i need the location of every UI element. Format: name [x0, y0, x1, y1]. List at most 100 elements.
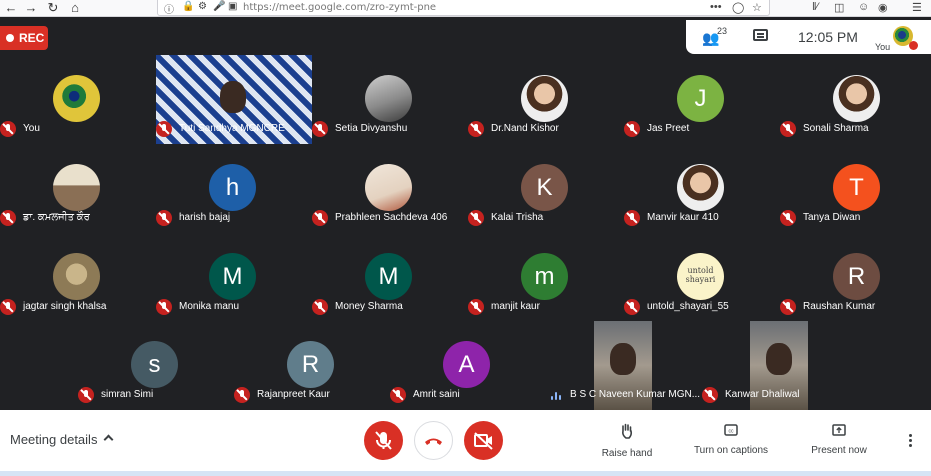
participant-photo-avatar: [365, 164, 412, 211]
more-options-icon[interactable]: [909, 434, 912, 448]
participant-name-row: Amrit saini: [390, 387, 544, 403]
participant-name-row: harish bajaj: [156, 210, 310, 226]
microphone-off-icon: [312, 299, 328, 315]
participant-name: Monika manu: [179, 301, 240, 312]
raise-hand-button[interactable]: Raise hand: [587, 423, 667, 459]
page-actions-icon[interactable]: •••: [710, 1, 722, 13]
participant-name: Raushan Kumar: [803, 301, 876, 312]
participant-tile[interactable]: Kanwar Dhaliwal: [702, 321, 856, 410]
forward-arrow-icon[interactable]: →: [22, 0, 40, 16]
participant-tile[interactable]: R Raushan Kumar: [780, 233, 931, 320]
meet-window: ← → ↻ ⌂ ⓘ 🔒 ⚙ 🎤 ▣ https://meet.google.co…: [0, 0, 931, 476]
url-text: https://meet.google.com/zro-zymt-pne: [243, 2, 437, 13]
microphone-icon[interactable]: 🎤: [213, 1, 225, 12]
participant-name: Kalai Trisha: [491, 212, 544, 223]
participant-name: Money Sharma: [335, 301, 403, 312]
leave-call-button[interactable]: [414, 421, 453, 460]
participant-name: simran Simi: [101, 389, 154, 400]
participant-tile[interactable]: Setia Divyanshu: [312, 55, 466, 142]
info-icon[interactable]: ⓘ: [164, 1, 174, 16]
participant-tile[interactable]: m manjit kaur: [468, 233, 622, 320]
permissions-icon[interactable]: ⚙: [198, 1, 207, 12]
participant-tile[interactable]: Tuti Sandhya MGNCRE: [156, 55, 312, 144]
participant-tile[interactable]: M Monika manu: [156, 233, 310, 320]
address-bar[interactable]: ⓘ 🔒 ⚙ 🎤 ▣ https://meet.google.com/zro-zy…: [157, 0, 770, 16]
participant-name-row: ਡਾ. ਕਮਲਜੀਤ ਕੌਰ: [0, 210, 154, 226]
bookmark-star-icon[interactable]: ☆: [752, 1, 762, 14]
participant-face: [610, 343, 636, 375]
pocket-icon[interactable]: ◯: [732, 1, 744, 14]
participant-tile[interactable]: jagtar singh khalsa: [0, 233, 154, 320]
hand-icon: [622, 423, 633, 439]
participant-name-row: untold_shayari_55: [624, 299, 778, 315]
library-icon[interactable]: ‖⁄: [812, 1, 818, 13]
participant-tile[interactable]: Sonali Sharma: [780, 55, 931, 142]
participant-name-row: Rajanpreet Kaur: [234, 387, 388, 403]
participant-name: Rajanpreet Kaur: [257, 389, 330, 400]
present-now-button[interactable]: Present now: [799, 423, 879, 456]
participant-tile[interactable]: T Tanya Diwan: [780, 144, 931, 231]
menu-hamburger-icon[interactable]: ☰: [912, 1, 922, 14]
participant-tile[interactable]: M Money Sharma: [312, 233, 466, 320]
participant-initial-avatar: s: [131, 341, 178, 388]
participant-tile[interactable]: s simran Simi: [78, 321, 232, 408]
reload-icon[interactable]: ↻: [44, 0, 62, 16]
lock-icon[interactable]: 🔒: [182, 1, 194, 12]
extension-icon[interactable]: ◉: [878, 1, 888, 14]
participant-tile[interactable]: You: [0, 55, 154, 142]
hang-up-icon: [425, 438, 442, 445]
participant-name: Sonali Sharma: [803, 123, 869, 134]
participant-tile[interactable]: Dr.Nand Kishor: [468, 55, 622, 142]
participant-name-row: Dr.Nand Kishor: [468, 121, 622, 137]
back-arrow-icon[interactable]: ←: [2, 0, 20, 16]
participant-tile[interactable]: h harish bajaj: [156, 144, 310, 231]
account-icon[interactable]: ☺: [858, 1, 869, 13]
participant-name-row: Kalai Trisha: [468, 210, 622, 226]
microphone-off-icon: [375, 431, 392, 450]
participant-tile[interactable]: J Jas Preet: [624, 55, 778, 142]
camera-permission-icon[interactable]: ▣: [228, 1, 237, 12]
participant-name-row: You: [0, 121, 154, 137]
participant-photo-avatar: [833, 75, 880, 122]
participant-initial-avatar: M: [209, 253, 256, 300]
microphone-toggle-button[interactable]: [364, 421, 403, 460]
participant-name: Kanwar Dhaliwal: [725, 389, 800, 400]
participant-tile[interactable]: Prabhleen Sachdeva 406: [312, 144, 466, 231]
os-taskbar: [0, 471, 931, 476]
clock-time: 12:05 PM: [798, 29, 858, 45]
participant-name: Manvir kaur 410: [647, 212, 719, 223]
captions-button[interactable]: cc Turn on captions: [691, 423, 771, 456]
participant-tile[interactable]: R Rajanpreet Kaur: [234, 321, 388, 408]
participant-tile[interactable]: A Amrit saini: [390, 321, 544, 408]
camera-toggle-button[interactable]: [464, 421, 503, 460]
participant-tile[interactable]: ਡਾ. ਕਮਲਜੀਤ ਕੌਰ: [0, 144, 154, 231]
meeting-info-panel: 👥 23 12:05 PM You: [686, 20, 931, 54]
participant-name: harish bajaj: [179, 212, 231, 223]
participant-tile[interactable]: K Kalai Trisha: [468, 144, 622, 231]
sidebar-icon[interactable]: ◫: [834, 1, 844, 14]
participant-name-row: Tanya Diwan: [780, 210, 931, 226]
participant-initial-avatar: R: [833, 253, 880, 300]
participant-photo-avatar: [53, 75, 100, 122]
speaking-indicator-icon: [551, 390, 563, 400]
participant-initial-avatar: A: [443, 341, 490, 388]
microphone-off-icon: [156, 299, 172, 315]
home-icon[interactable]: ⌂: [66, 0, 84, 16]
participant-tile[interactable]: untold shayari untold_shayari_55: [624, 233, 778, 320]
participant-name-row: Money Sharma: [312, 299, 466, 315]
participant-name: Amrit saini: [413, 389, 460, 400]
participant-name-row: simran Simi: [78, 387, 232, 403]
chat-icon[interactable]: [753, 29, 768, 41]
self-view-label: You: [875, 42, 891, 52]
participant-tile[interactable]: B S C Naveen Kumar MGN...: [546, 321, 700, 410]
participant-tile[interactable]: Manvir kaur 410: [624, 144, 778, 231]
meeting-details-button[interactable]: Meeting details: [10, 432, 97, 447]
microphone-off-icon: [0, 210, 16, 226]
participant-initial-avatar: h: [209, 164, 256, 211]
participant-name-row: Setia Divyanshu: [312, 121, 466, 137]
participant-name: manjit kaur: [491, 301, 540, 312]
chevron-up-icon[interactable]: [103, 434, 114, 445]
participant-initial-avatar: K: [521, 164, 568, 211]
bottom-control-bar: Meeting details Raise hand cc Turn on ca…: [0, 410, 931, 476]
recording-label: REC: [19, 31, 45, 45]
